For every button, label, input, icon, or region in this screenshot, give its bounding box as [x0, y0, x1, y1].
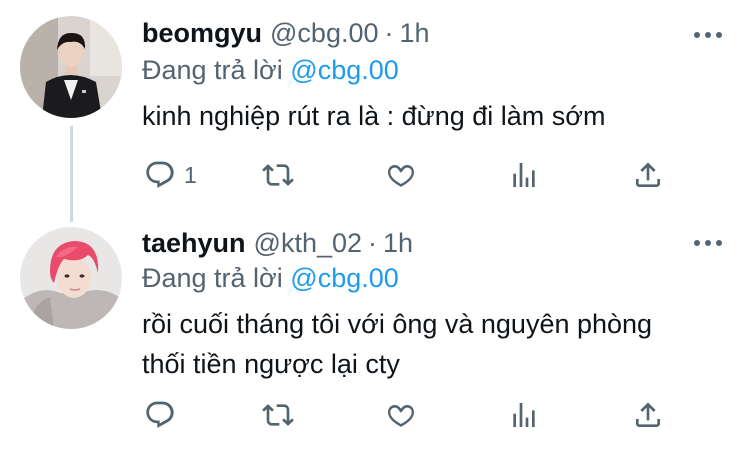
tweet-text: kinh nghiệp rút ra là : đừng đi làm sớm	[142, 96, 722, 136]
heart-icon	[388, 165, 414, 187]
like-button[interactable]	[385, 395, 417, 435]
tweet[interactable]: taehyun @kth_02 · 1h Đang trả lời @cbg.0…	[0, 222, 750, 451]
mention-link[interactable]: @cbg.00	[290, 263, 398, 293]
reply-icon	[146, 161, 174, 188]
timestamp[interactable]: 1h	[383, 226, 413, 260]
tweet-header: beomgyu @cbg.00 · 1h	[142, 16, 750, 50]
replying-to-label: Đang trả lời	[142, 263, 283, 293]
reply-icon	[146, 401, 174, 428]
tweet-text-line: thối tiền ngược lại cty	[142, 349, 400, 379]
retweet-icon	[262, 164, 294, 186]
mention-link[interactable]: @cbg.00	[290, 55, 398, 85]
reply-button[interactable]	[144, 395, 184, 435]
display-name[interactable]: beomgyu	[142, 16, 262, 50]
more-icon[interactable]	[694, 30, 722, 40]
stats-button[interactable]	[508, 155, 540, 195]
share-button[interactable]	[632, 155, 664, 195]
tweet-text-line: rồi cuối tháng tôi với ông và nguyên phò…	[142, 309, 653, 339]
avatar[interactable]	[20, 227, 122, 329]
retweet-button[interactable]	[262, 155, 294, 195]
separator-dot: ·	[368, 228, 378, 258]
user-handle[interactable]: @cbg.00	[270, 16, 378, 50]
avatar[interactable]	[20, 16, 122, 118]
tweet-header: taehyun @kth_02 · 1h	[142, 226, 750, 260]
action-bar	[142, 395, 682, 435]
timestamp[interactable]: 1h	[400, 16, 430, 50]
replying-to: Đang trả lời @cbg.00	[142, 261, 399, 295]
replying-to-label: Đang trả lời	[142, 55, 283, 85]
stats-icon	[513, 163, 535, 187]
replying-to: Đang trả lời @cbg.00	[142, 53, 399, 87]
reply-count: 1	[184, 161, 197, 188]
share-icon	[636, 402, 660, 427]
tweet-text: rồi cuối tháng tôi với ông và nguyên phò…	[142, 304, 722, 384]
avatar-photo	[20, 16, 122, 118]
user-handle[interactable]: @kth_02	[254, 226, 362, 260]
reply-button[interactable]: 1	[144, 155, 197, 195]
action-bar: 1	[142, 155, 682, 195]
tweet[interactable]: beomgyu @cbg.00 · 1h Đang trả lời @cbg.0…	[0, 0, 750, 222]
share-button[interactable]	[632, 395, 664, 435]
heart-icon	[388, 405, 414, 427]
thread-line	[70, 126, 73, 222]
share-icon	[636, 162, 660, 187]
display-name[interactable]: taehyun	[142, 226, 246, 260]
like-button[interactable]	[385, 155, 417, 195]
more-icon[interactable]	[694, 238, 722, 248]
retweet-button[interactable]	[262, 395, 294, 435]
retweet-icon	[262, 404, 294, 426]
avatar-photo	[20, 227, 122, 329]
separator-dot: ·	[384, 18, 394, 48]
tweet-text-line: kinh nghiệp rút ra là : đừng đi làm sớm	[142, 101, 606, 131]
stats-button[interactable]	[508, 395, 540, 435]
stats-icon	[513, 403, 535, 427]
